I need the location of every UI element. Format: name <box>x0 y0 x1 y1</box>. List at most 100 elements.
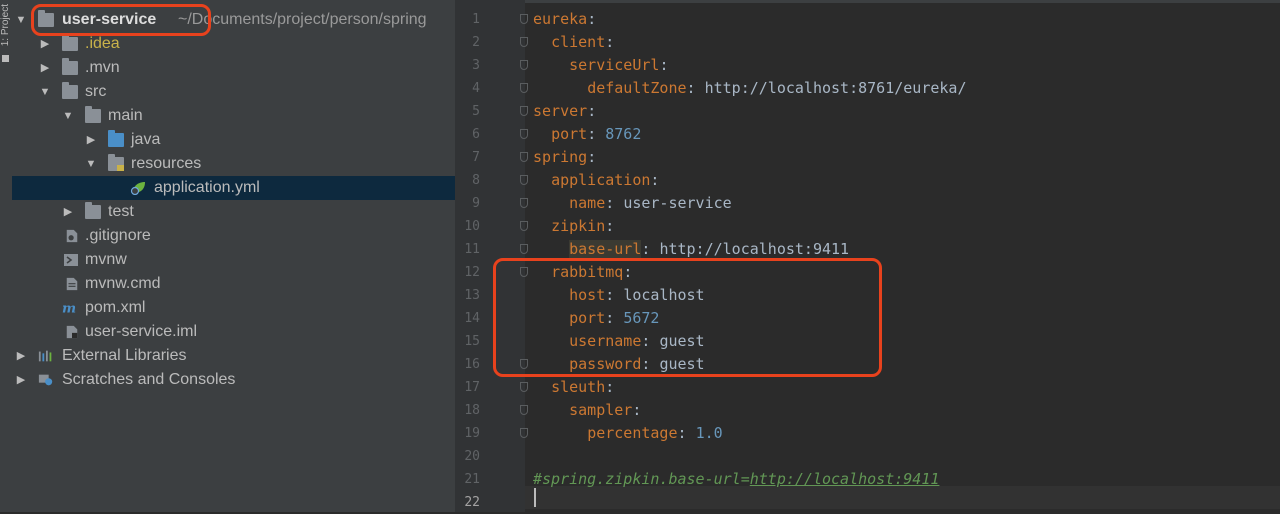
expand-arrow-icon[interactable]: ▼ <box>84 152 98 176</box>
code-line-1[interactable]: eureka: <box>533 8 596 31</box>
tree-item-application-yml[interactable]: application.yml <box>12 176 455 200</box>
line-number: 9 <box>472 196 480 211</box>
tree-item-label: main <box>108 107 143 124</box>
tree-item-label: pom.xml <box>85 299 146 316</box>
folder-icon <box>85 202 101 219</box>
fold-marker-icon[interactable] <box>520 106 528 116</box>
module-file-icon <box>66 325 78 339</box>
yaml-number: 1.0 <box>695 424 723 442</box>
tree-item-label: .mvn <box>85 59 120 76</box>
code-line-4[interactable]: defaultZone: http://localhost:8761/eurek… <box>533 77 966 100</box>
yaml-key: eureka <box>533 10 588 28</box>
line-number: 5 <box>472 104 480 119</box>
code-line-19[interactable]: percentage: 1.0 <box>533 422 723 445</box>
yaml-key: name <box>569 194 606 212</box>
maven-icon: m <box>62 301 76 315</box>
tree-item-main[interactable]: ▼ main <box>12 104 455 128</box>
code-line-21[interactable]: #spring.zipkin.base-url=http://localhost… <box>533 468 939 491</box>
collapse-arrow-icon[interactable]: ▶ <box>61 200 75 224</box>
fold-marker-icon[interactable] <box>520 428 528 438</box>
yaml-key: port <box>551 125 588 143</box>
tree-item-label: src <box>85 83 107 100</box>
tree-item-src[interactable]: ▼ src <box>12 80 455 104</box>
fold-marker-icon[interactable] <box>520 83 528 93</box>
yaml-comment: #spring.zipkin.base-url= <box>533 470 750 488</box>
code-line-6[interactable]: port: 8762 <box>533 123 641 146</box>
fold-marker-icon[interactable] <box>520 60 528 70</box>
line-number: 2 <box>472 35 480 50</box>
line-number: 22 <box>464 495 480 510</box>
collapse-arrow-icon[interactable]: ▶ <box>14 368 28 392</box>
line-number: 18 <box>464 403 480 418</box>
tree-item-external-libraries[interactable]: ▶ External Libraries <box>12 344 455 368</box>
yaml-value: user-service <box>623 194 732 212</box>
folder-icon <box>85 106 101 123</box>
expand-arrow-icon[interactable]: ▼ <box>61 104 75 128</box>
root-highlight-callout <box>31 4 211 36</box>
svg-text:m: m <box>62 301 76 315</box>
line-number: 10 <box>464 219 480 234</box>
fold-marker-icon[interactable] <box>520 405 528 415</box>
tree-item-iml[interactable]: user-service.iml <box>12 320 455 344</box>
text-caret <box>534 488 536 507</box>
line-number: 12 <box>464 265 480 280</box>
fold-marker-icon[interactable] <box>520 14 528 24</box>
folder-icon <box>62 82 78 99</box>
code-line-9[interactable]: name: user-service <box>533 192 732 215</box>
code-line-17[interactable]: sleuth: <box>533 376 614 399</box>
code-line-18[interactable]: sampler: <box>533 399 641 422</box>
tree-item-test[interactable]: ▶ test <box>12 200 455 224</box>
yaml-key: application <box>551 171 651 189</box>
fold-marker-icon[interactable] <box>520 244 528 254</box>
editor-gutter[interactable]: 1 2 3 4 5 6 7 8 9 10 11 12 13 14 15 16 1… <box>455 0 528 512</box>
libraries-icon <box>38 350 52 362</box>
collapse-arrow-icon[interactable]: ▶ <box>84 128 98 152</box>
fold-marker-icon[interactable] <box>520 175 528 185</box>
shell-script-icon <box>64 254 78 266</box>
line-number: 21 <box>464 472 480 487</box>
code-line-2[interactable]: client: <box>533 31 614 54</box>
code-line-5[interactable]: server: <box>533 100 596 123</box>
line-number: 15 <box>464 334 480 349</box>
code-line-10[interactable]: zipkin: <box>533 215 614 238</box>
fold-marker-icon[interactable] <box>520 382 528 392</box>
yaml-number: 8762 <box>605 125 642 143</box>
tree-item-label: .gitignore <box>85 227 151 244</box>
tree-item-mvnw[interactable]: mvnw <box>12 248 455 272</box>
tree-item-mvnw-cmd[interactable]: mvnw.cmd <box>12 272 455 296</box>
tree-item-gitignore[interactable]: .gitignore <box>12 224 455 248</box>
tree-item-mvn[interactable]: ▶ .mvn <box>12 56 455 80</box>
fold-marker-icon[interactable] <box>520 221 528 231</box>
yaml-key: percentage <box>587 424 678 442</box>
code-editor[interactable]: 1 2 3 4 5 6 7 8 9 10 11 12 13 14 15 16 1… <box>455 0 1280 512</box>
scratches-icon <box>38 374 53 386</box>
yaml-comment-link[interactable]: http://localhost:9411 <box>750 470 940 488</box>
code-line-8[interactable]: application: <box>533 169 659 192</box>
tree-item-label: application.yml <box>154 179 260 196</box>
fold-marker-icon[interactable] <box>520 37 528 47</box>
tree-item-label: mvnw <box>85 251 127 268</box>
tree-item-resources[interactable]: ▼ resources <box>12 152 455 176</box>
project-tree[interactable]: ▼ user-service ~/Documents/project/perso… <box>12 0 455 512</box>
rabbitmq-highlight-callout <box>493 258 882 377</box>
yaml-value: http://localhost:9411 <box>659 240 850 258</box>
code-line-7[interactable]: spring: <box>533 146 596 169</box>
expand-arrow-icon[interactable]: ▼ <box>14 8 28 32</box>
fold-marker-icon[interactable] <box>520 198 528 208</box>
fold-marker-icon[interactable] <box>520 152 528 162</box>
code-line-3[interactable]: serviceUrl: <box>533 54 668 77</box>
tree-item-pom-xml[interactable]: m pom.xml <box>12 296 455 320</box>
collapse-arrow-icon[interactable]: ▶ <box>38 56 52 80</box>
collapse-arrow-icon[interactable]: ▶ <box>14 344 28 368</box>
tree-item-scratches[interactable]: ▶ Scratches and Consoles <box>12 368 455 392</box>
tree-item-label: user-service.iml <box>85 323 198 340</box>
tree-item-label: java <box>131 131 161 148</box>
tree-item-java[interactable]: ▶ java <box>12 128 455 152</box>
tab-marker-icon <box>2 55 9 62</box>
fold-marker-icon[interactable] <box>520 129 528 139</box>
expand-arrow-icon[interactable]: ▼ <box>38 80 52 104</box>
yaml-key: sampler <box>569 401 633 419</box>
yaml-key-highlighted: base-url <box>569 240 642 258</box>
yaml-key: server <box>533 102 588 120</box>
ignore-file-icon <box>66 229 78 243</box>
